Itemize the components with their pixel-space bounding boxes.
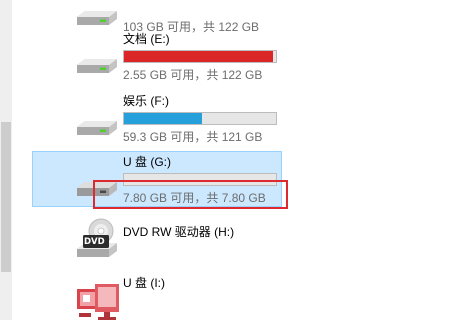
drive-usage-bar bbox=[123, 50, 277, 63]
drive-item-h[interactable]: DVD DVD RW 驱动器 (H:) bbox=[32, 214, 282, 270]
this-pc-drive-list: 103 GB 可用，共 122 GB 文档 (E:) 2.55 GB 可用，共 … bbox=[0, 0, 450, 320]
dvd-drive-icon: DVD bbox=[71, 215, 121, 271]
drive-free-space: 59.3 GB 可用，共 121 GB bbox=[123, 130, 263, 144]
drive-usage-fill bbox=[124, 113, 202, 124]
drive-usage-fill bbox=[124, 51, 273, 62]
drive-name: U 盘 (G:) bbox=[123, 155, 171, 169]
hard-drive-icon bbox=[71, 29, 121, 85]
scrollbar-thumb[interactable] bbox=[1, 122, 11, 272]
hard-drive-icon bbox=[71, 91, 121, 147]
dvd-label: DVD bbox=[84, 237, 105, 247]
vertical-scrollbar[interactable] bbox=[0, 0, 12, 320]
drive-name: 娱乐 (F:) bbox=[123, 94, 169, 108]
drive-name: U 盘 (I:) bbox=[123, 276, 165, 290]
removable-drive-icon bbox=[71, 273, 121, 320]
annotation-highlight-box bbox=[93, 180, 288, 209]
drive-name: 文档 (E:) bbox=[123, 32, 170, 46]
drive-item-i[interactable]: U 盘 (I:) bbox=[32, 272, 282, 320]
drive-free-space: 2.55 GB 可用，共 122 GB bbox=[123, 68, 263, 82]
drive-usage-bar bbox=[123, 112, 277, 125]
drive-item-e[interactable]: 文档 (E:) 2.55 GB 可用，共 122 GB bbox=[32, 28, 282, 84]
drive-item-f[interactable]: 娱乐 (F:) 59.3 GB 可用，共 121 GB bbox=[32, 90, 282, 146]
drive-name: DVD RW 驱动器 (H:) bbox=[123, 225, 235, 239]
